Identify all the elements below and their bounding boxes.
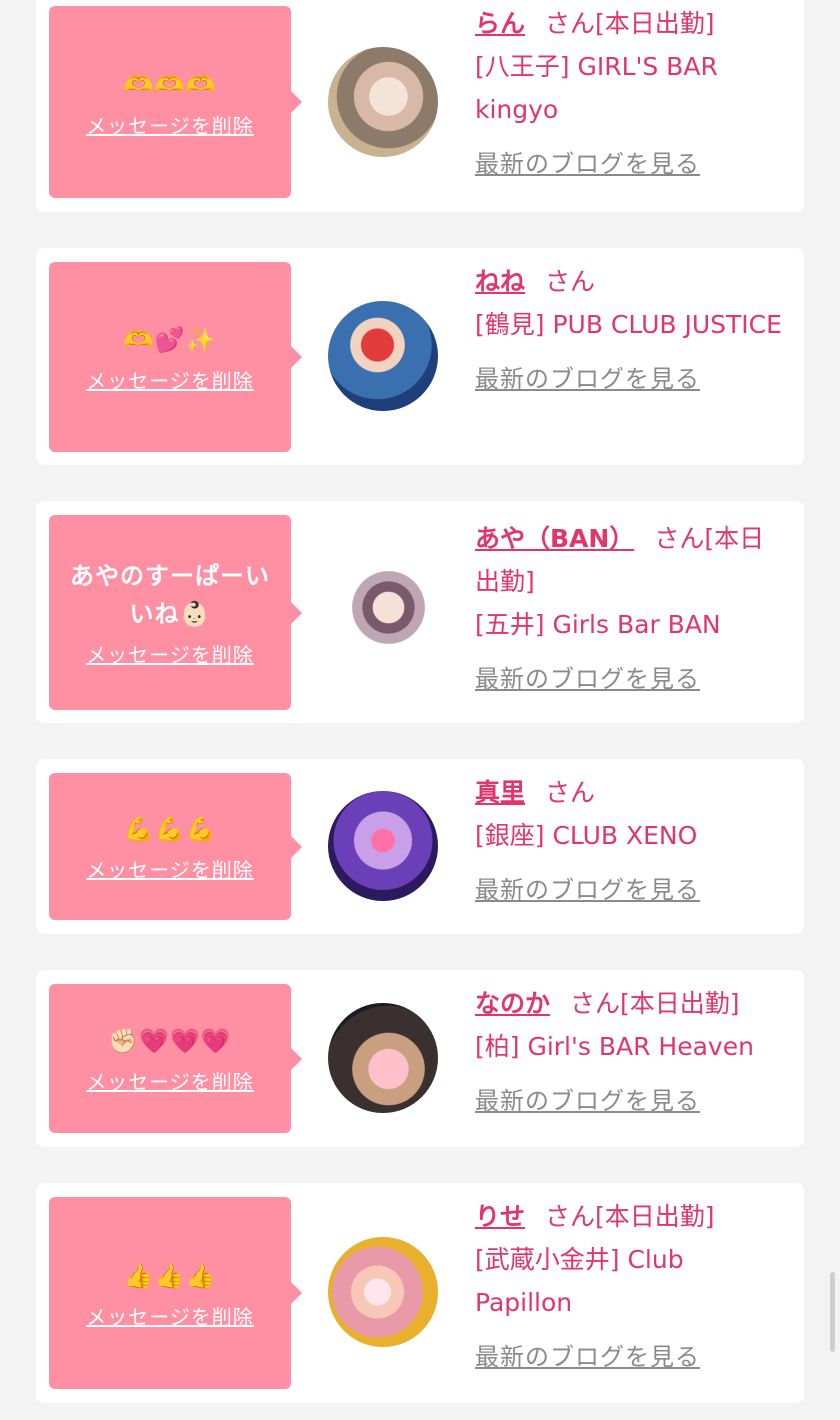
message-text: 👍👍👍 xyxy=(123,1261,217,1290)
cast-name-link[interactable]: なのか xyxy=(475,989,550,1018)
message-card: 👍👍👍 メッセージを削除 りせ さん[本日出勤] [武蔵小金井] Club Pap… xyxy=(36,1183,804,1403)
avatar[interactable] xyxy=(328,791,438,901)
message-text: ✊🏻💗💗💗 xyxy=(108,1027,232,1055)
attendance-status: [本日出勤] xyxy=(595,9,715,38)
latest-blog-link[interactable]: 最新のブログを見る xyxy=(475,1080,700,1123)
shop-name: [五井] Girls Bar BAN xyxy=(475,610,721,639)
message-card: 🫶🫶🫶 メッセージを削除 らん さん[本日出勤] [八王子] GIRL'S BAR… xyxy=(36,0,804,212)
delete-message-link[interactable]: メッセージを削除 xyxy=(86,854,254,883)
latest-blog-link[interactable]: 最新のブログを見る xyxy=(475,143,700,186)
message-bubble: 👍👍👍 メッセージを削除 xyxy=(49,1197,302,1389)
latest-blog-link[interactable]: 最新のブログを見る xyxy=(475,1336,700,1379)
shop-name: [鶴見] PUB CLUB JUSTICE xyxy=(475,310,782,339)
cast-name-link[interactable]: りせ xyxy=(475,1202,525,1231)
cast-name-link[interactable]: ねね xyxy=(475,267,525,296)
honorific: さん xyxy=(545,267,596,296)
message-bubble: 💪💪💪 メッセージを削除 xyxy=(49,773,302,920)
honorific: さん xyxy=(654,524,705,553)
delete-message-link[interactable]: メッセージを削除 xyxy=(86,1301,254,1330)
message-card: 🫶💕✨ メッセージを削除 ねね さん [鶴見] PUB CLUB JUSTICE … xyxy=(36,248,804,465)
message-bubble: あやのすーぱーいいね👶🏻 メッセージを削除 xyxy=(49,515,302,710)
message-bubble: 🫶💕✨ メッセージを削除 xyxy=(49,262,302,452)
message-text: 🫶💕✨ xyxy=(123,325,217,354)
avatar[interactable] xyxy=(328,301,438,411)
honorific: さん xyxy=(545,778,596,807)
message-bubble: 🫶🫶🫶 メッセージを削除 xyxy=(49,6,302,198)
cast-info: 真里 さん [銀座] CLUB XENO 最新のブログを見る xyxy=(475,771,785,912)
attendance-status: [本日出勤] xyxy=(595,1202,715,1231)
cast-name-link[interactable]: らん xyxy=(475,9,525,38)
attendance-status: [本日出勤] xyxy=(620,989,740,1018)
shop-name: [銀座] CLUB XENO xyxy=(475,821,698,850)
cast-name-link[interactable]: あや（BAN） xyxy=(475,524,634,553)
honorific: さん xyxy=(545,1202,596,1231)
honorific: さん xyxy=(545,9,596,38)
message-text: 🫶🫶🫶 xyxy=(123,70,217,99)
shop-name: [八王子] GIRL'S BAR kingyo xyxy=(475,52,718,124)
delete-message-link[interactable]: メッセージを削除 xyxy=(86,1066,254,1095)
cast-info: なのか さん[本日出勤] [柏] Girl's BAR Heaven 最新のブログ… xyxy=(475,982,785,1123)
message-text: 💪💪💪 xyxy=(123,815,217,843)
cast-info: らん さん[本日出勤] [八王子] GIRL'S BAR kingyo 最新のブロ… xyxy=(475,2,785,186)
latest-blog-link[interactable]: 最新のブログを見る xyxy=(475,658,700,701)
message-text: あやのすーぱーいいね👶🏻 xyxy=(70,562,270,628)
latest-blog-link[interactable]: 最新のブログを見る xyxy=(475,358,700,401)
delete-message-link[interactable]: メッセージを削除 xyxy=(86,639,254,668)
cast-name-link[interactable]: 真里 xyxy=(475,778,525,807)
message-bubble: ✊🏻💗💗💗 メッセージを削除 xyxy=(49,984,302,1133)
scrollbar[interactable] xyxy=(830,1272,835,1352)
delete-message-link[interactable]: メッセージを削除 xyxy=(86,365,254,394)
message-card: 💪💪💪 メッセージを削除 真里 さん [銀座] CLUB XENO 最新のブログを… xyxy=(36,759,804,934)
shop-name: [柏] Girl's BAR Heaven xyxy=(475,1032,754,1061)
honorific: さん xyxy=(570,989,621,1018)
message-card: あやのすーぱーいいね👶🏻 メッセージを削除 あや（BAN） さん[本日出勤] [五… xyxy=(36,501,804,723)
delete-message-link[interactable]: メッセージを削除 xyxy=(86,110,254,139)
latest-blog-link[interactable]: 最新のブログを見る xyxy=(475,869,700,912)
cast-info: ねね さん [鶴見] PUB CLUB JUSTICE 最新のブログを見る xyxy=(475,260,785,401)
avatar[interactable] xyxy=(328,47,438,157)
shop-name: [武蔵小金井] Club Papillon xyxy=(475,1245,684,1317)
avatar[interactable] xyxy=(328,558,438,668)
avatar[interactable] xyxy=(328,1003,438,1113)
cast-info: りせ さん[本日出勤] [武蔵小金井] Club Papillon 最新のブログを… xyxy=(475,1195,785,1379)
cast-info: あや（BAN） さん[本日出勤] [五井] Girls Bar BAN 最新のブロ… xyxy=(475,517,785,701)
avatar[interactable] xyxy=(328,1237,438,1347)
message-card: ✊🏻💗💗💗 メッセージを削除 なのか さん[本日出勤] [柏] Girl's BA… xyxy=(36,970,804,1147)
